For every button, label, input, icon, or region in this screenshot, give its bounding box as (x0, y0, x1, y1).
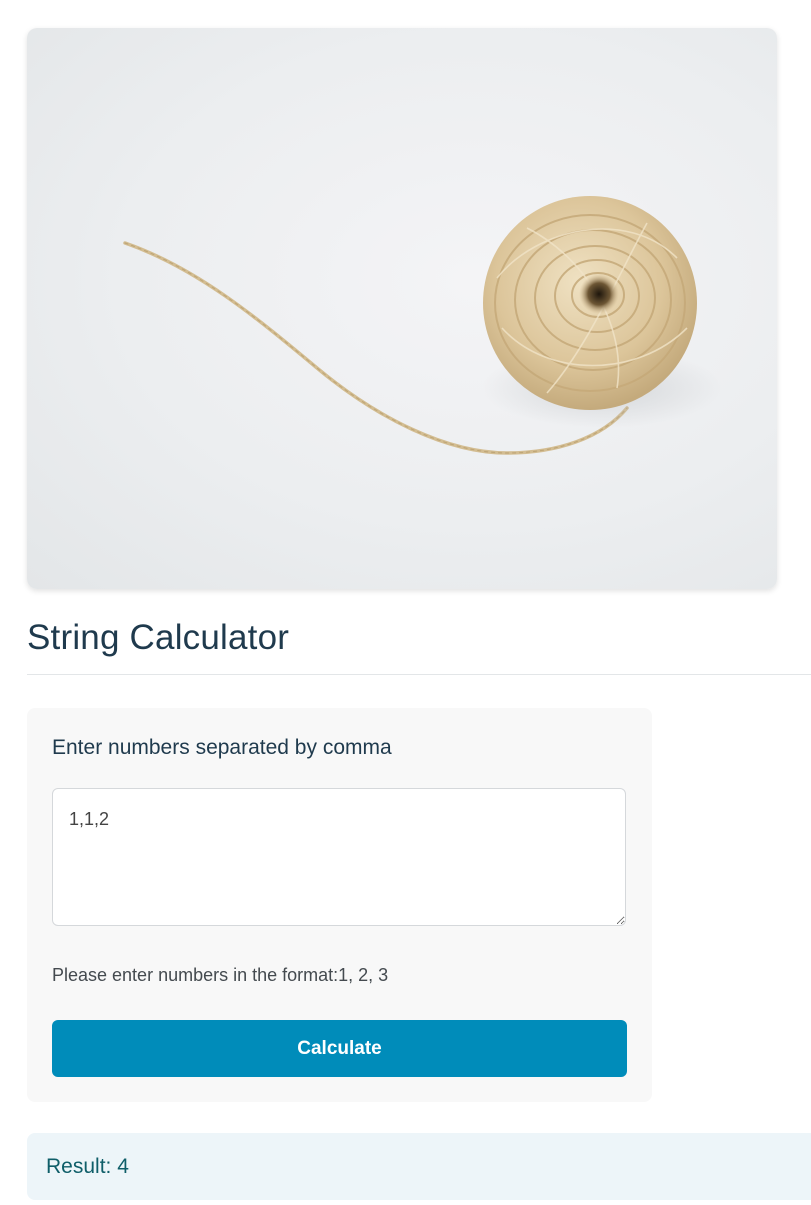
title-divider (27, 674, 811, 675)
calculator-card: Enter numbers separated by comma 1,1,2 P… (27, 708, 652, 1102)
result-text: Result: 4 (46, 1155, 129, 1178)
yarn-ball-image (27, 28, 777, 589)
page: String Calculator Enter numbers separate… (0, 0, 811, 1205)
calculate-button[interactable]: Calculate (52, 1020, 627, 1077)
page-title: String Calculator (27, 618, 290, 657)
numbers-label: Enter numbers separated by comma (52, 736, 392, 759)
result-box: Result: 4 (27, 1133, 811, 1200)
format-hint: Please enter numbers in the format:1, 2,… (52, 965, 389, 985)
numbers-input[interactable]: 1,1,2 (52, 788, 626, 926)
yarn-ball-illustration (123, 196, 722, 455)
